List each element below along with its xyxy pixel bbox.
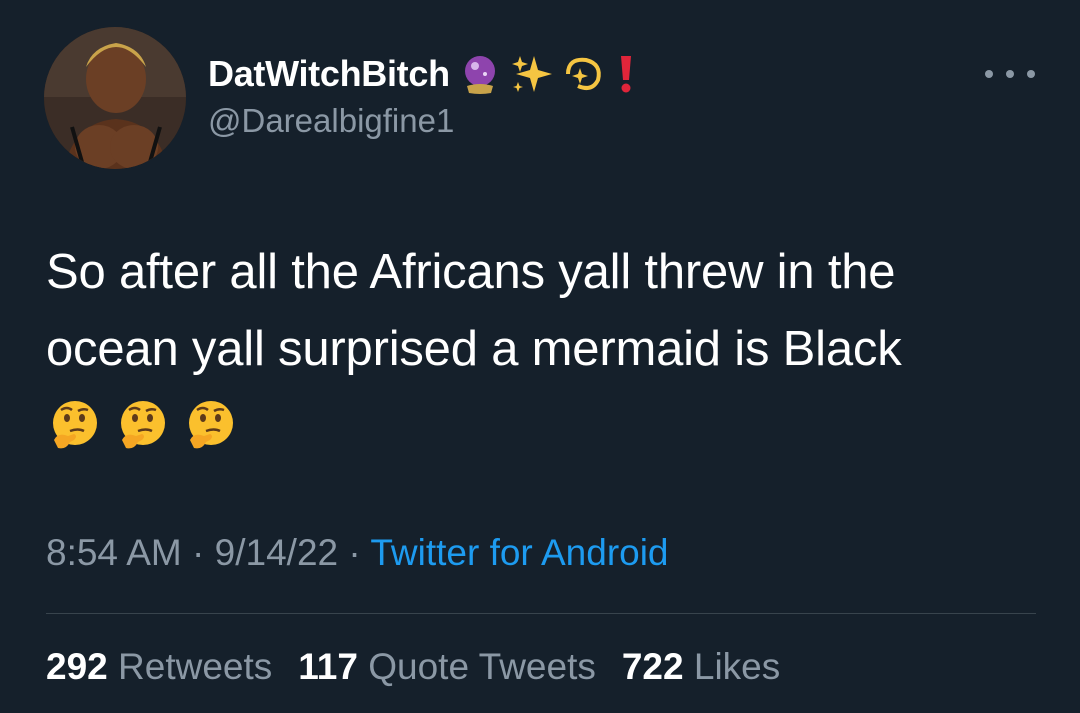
tweet-date[interactable]: 9/14/22 [215,532,338,573]
avatar-image [44,27,186,169]
dot-icon [985,70,993,78]
avatar[interactable] [44,27,186,169]
tweet-card: DatWitchBitch @Darealbigfine1 So after a… [0,0,1080,713]
likes-count: 722 [621,646,684,687]
likes-stat[interactable]: 722 Likes [622,646,780,688]
quote-tweets-label: Quote Tweets [368,646,596,687]
more-options-icon[interactable] [985,62,1035,86]
crystal-ball-icon [458,52,502,96]
display-name-row: DatWitchBitch [208,48,638,100]
likes-label: Likes [693,646,781,687]
tweet-time[interactable]: 8:54 AM [46,532,182,573]
quote-tweets-count: 117 [298,646,358,687]
display-name[interactable]: DatWitchBitch [208,53,450,95]
thinking-face-icon [48,398,102,452]
tweet-stats: 292 Retweets 117 Quote Tweets 722 Likes [46,646,780,688]
tweet-body: So after all the Africans yall threw in … [46,245,902,376]
exclamation-icon [614,52,638,96]
thinking-face-icon [184,398,238,452]
tweet-meta: 8:54 AM · 9/14/22 · Twitter for Android [46,532,669,574]
quote-tweets-stat[interactable]: 117 Quote Tweets [298,646,596,688]
retweets-label: Retweets [118,646,273,687]
tweet-text: So after all the Africans yall threw in … [46,234,1036,475]
sparkles-icon [510,52,554,96]
divider [46,613,1036,614]
meta-separator: · [338,532,371,573]
tweet-source-link[interactable]: Twitter for Android [370,532,668,573]
user-handle[interactable]: @Darealbigfine1 [208,102,638,140]
dot-icon [1006,70,1014,78]
thinking-face-icon [116,398,170,452]
thinking-emoji-row [46,398,238,475]
retweets-count: 292 [46,646,108,687]
meta-separator: · [181,532,215,573]
dot-icon [1027,70,1035,78]
retweets-stat[interactable]: 292 Retweets [46,646,272,688]
dizzy-icon [562,52,606,96]
tweet-header: DatWitchBitch @Darealbigfine1 [208,48,638,140]
